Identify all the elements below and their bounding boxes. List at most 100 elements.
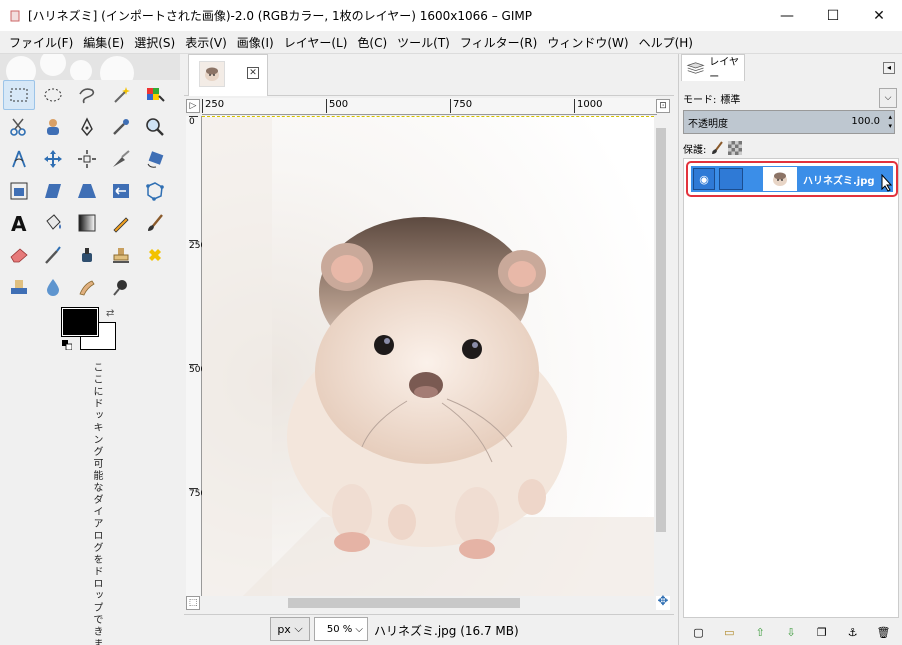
menu-help[interactable]: ヘルプ(H)	[634, 34, 698, 51]
quick-mask-menu-icon[interactable]: ▷	[186, 99, 200, 113]
menu-file[interactable]: ファイル(F)	[4, 34, 78, 51]
eraser-tool[interactable]	[3, 240, 35, 270]
lock-pixels-brush-icon[interactable]	[710, 141, 724, 155]
ellipse-select-tool[interactable]	[37, 80, 69, 110]
color-select-icon	[147, 88, 165, 102]
paintbrush-tool[interactable]	[139, 208, 171, 238]
tab-close-icon[interactable]: ✕	[247, 67, 259, 79]
foreground-select-tool[interactable]	[37, 112, 69, 142]
dock-menu-icon[interactable]: ◂	[883, 62, 895, 74]
vertical-scroll-thumb[interactable]	[656, 128, 666, 532]
image-canvas[interactable]	[202, 116, 654, 596]
visibility-eye-icon[interactable]: ◉	[693, 168, 715, 190]
menu-select[interactable]: 選択(S)	[129, 34, 180, 51]
fg-bg-colors[interactable]: ⇄	[61, 307, 118, 352]
water-drop-icon	[47, 279, 59, 296]
free-select-tool[interactable]	[71, 80, 103, 110]
rotate-tool[interactable]	[139, 144, 171, 174]
new-layer-group-icon[interactable]: ▭	[721, 624, 737, 640]
chain-link-toggle[interactable]	[719, 168, 743, 190]
gimp-app-icon	[10, 10, 20, 21]
opacity-slider[interactable]: 不透明度 100.0 ▴ ▾	[683, 110, 895, 134]
vertical-scrollbar[interactable]	[654, 116, 668, 596]
horizontal-scrollbar[interactable]	[202, 596, 654, 610]
layer-thumbnail	[763, 167, 797, 191]
duplicate-layer-icon[interactable]: ❐	[814, 624, 830, 640]
heal-tool[interactable]	[139, 240, 171, 270]
unit-select[interactable]: px ⌵	[270, 617, 310, 641]
mode-value[interactable]: 標準	[720, 91, 740, 106]
layer-row[interactable]: ◉ ハリネズミ.jpg	[686, 161, 898, 197]
menu-edit[interactable]: 編集(E)	[78, 34, 129, 51]
perspective-icon	[78, 184, 96, 198]
perspective-tool[interactable]	[71, 176, 103, 206]
smudge-tool[interactable]	[71, 272, 103, 302]
flip-tool[interactable]	[105, 176, 137, 206]
blend-tool[interactable]	[71, 208, 103, 238]
menu-windows[interactable]: ウィンドウ(W)	[542, 34, 633, 51]
delete-layer-icon[interactable]: 🗑	[875, 624, 891, 640]
zoom-select[interactable]: 50 % ⌵	[314, 617, 368, 641]
lock-row: 保護:	[683, 140, 743, 156]
lower-layer-icon[interactable]: ⇩	[783, 624, 799, 640]
image-tab[interactable]: ✕	[188, 54, 268, 96]
move-arrows-icon	[44, 150, 62, 168]
menu-image[interactable]: 画像(I)	[232, 34, 279, 51]
menu-layer[interactable]: レイヤー(L)	[279, 34, 353, 51]
anchor-layer-icon[interactable]: ⚓	[845, 624, 861, 640]
alignment-tool[interactable]	[71, 144, 103, 174]
airbrush-tool[interactable]	[37, 240, 69, 270]
pencil-tool[interactable]	[105, 208, 137, 238]
lock-label: 保護:	[683, 144, 707, 156]
rect-select-tool[interactable]	[3, 80, 35, 110]
ink-tool[interactable]	[71, 240, 103, 270]
layer-name[interactable]: ハリネズミ.jpg	[803, 172, 875, 187]
blur-tool[interactable]	[37, 272, 69, 302]
hedgehog-photo	[202, 117, 654, 596]
foreground-color-swatch[interactable]	[61, 307, 99, 337]
dodge-burn-tool[interactable]	[105, 272, 137, 302]
layers-tab[interactable]: レイヤー	[681, 54, 745, 83]
move-tool[interactable]	[37, 144, 69, 174]
measure-tool[interactable]	[3, 144, 35, 174]
shear-tool[interactable]	[37, 176, 69, 206]
wilber-drop-area	[0, 54, 180, 80]
menu-tools[interactable]: ツール(T)	[392, 34, 455, 51]
menu-view[interactable]: 表示(V)	[180, 34, 232, 51]
toggle-mask-icon[interactable]: ⬚	[186, 596, 200, 610]
mode-dropdown-icon[interactable]: ⌵	[879, 88, 897, 108]
scale-tool[interactable]	[3, 176, 35, 206]
opacity-spin-icon[interactable]: ▴ ▾	[888, 113, 892, 131]
clone-tool[interactable]	[105, 240, 137, 270]
bucket-fill-tool[interactable]	[37, 208, 69, 238]
scissors-icon	[10, 118, 26, 136]
cage-tool[interactable]	[139, 176, 171, 206]
menu-filters[interactable]: フィルター(R)	[455, 34, 542, 51]
perspective-clone-tool[interactable]	[3, 272, 35, 302]
swap-colors-icon[interactable]: ⇄	[106, 308, 114, 319]
dock-drop-hint: ここにドッキング可能なダイアログをドロップできます	[91, 362, 102, 645]
clone-stamp-icon	[113, 248, 129, 263]
horizontal-scroll-thumb[interactable]	[288, 598, 520, 608]
paths-tool[interactable]	[71, 112, 103, 142]
new-layer-icon[interactable]: ▢	[690, 624, 706, 640]
minimize-button[interactable]: —	[764, 0, 810, 31]
color-picker-tool[interactable]	[105, 112, 137, 142]
raise-layer-icon[interactable]: ⇧	[752, 624, 768, 640]
navigate-icon[interactable]: ✥	[656, 595, 670, 610]
zoom-tool[interactable]	[139, 112, 171, 142]
scissors-select-tool[interactable]	[3, 112, 35, 142]
text-tool[interactable]: A	[3, 208, 35, 238]
select-by-color-tool[interactable]	[139, 80, 171, 110]
eraser-icon	[10, 248, 28, 263]
lock-alpha-icon[interactable]	[728, 141, 743, 155]
vruler-tick: 750	[189, 488, 207, 499]
close-button[interactable]: ✕	[856, 0, 902, 31]
unit-value: px	[277, 622, 291, 636]
fuzzy-select-tool[interactable]	[105, 80, 137, 110]
maximize-button[interactable]: ☐	[810, 0, 856, 31]
zoom-to-fit-icon[interactable]: ⊡	[656, 99, 670, 113]
menu-colors[interactable]: 色(C)	[352, 34, 392, 51]
crop-tool[interactable]	[105, 144, 137, 174]
default-colors-icon[interactable]	[62, 340, 72, 350]
